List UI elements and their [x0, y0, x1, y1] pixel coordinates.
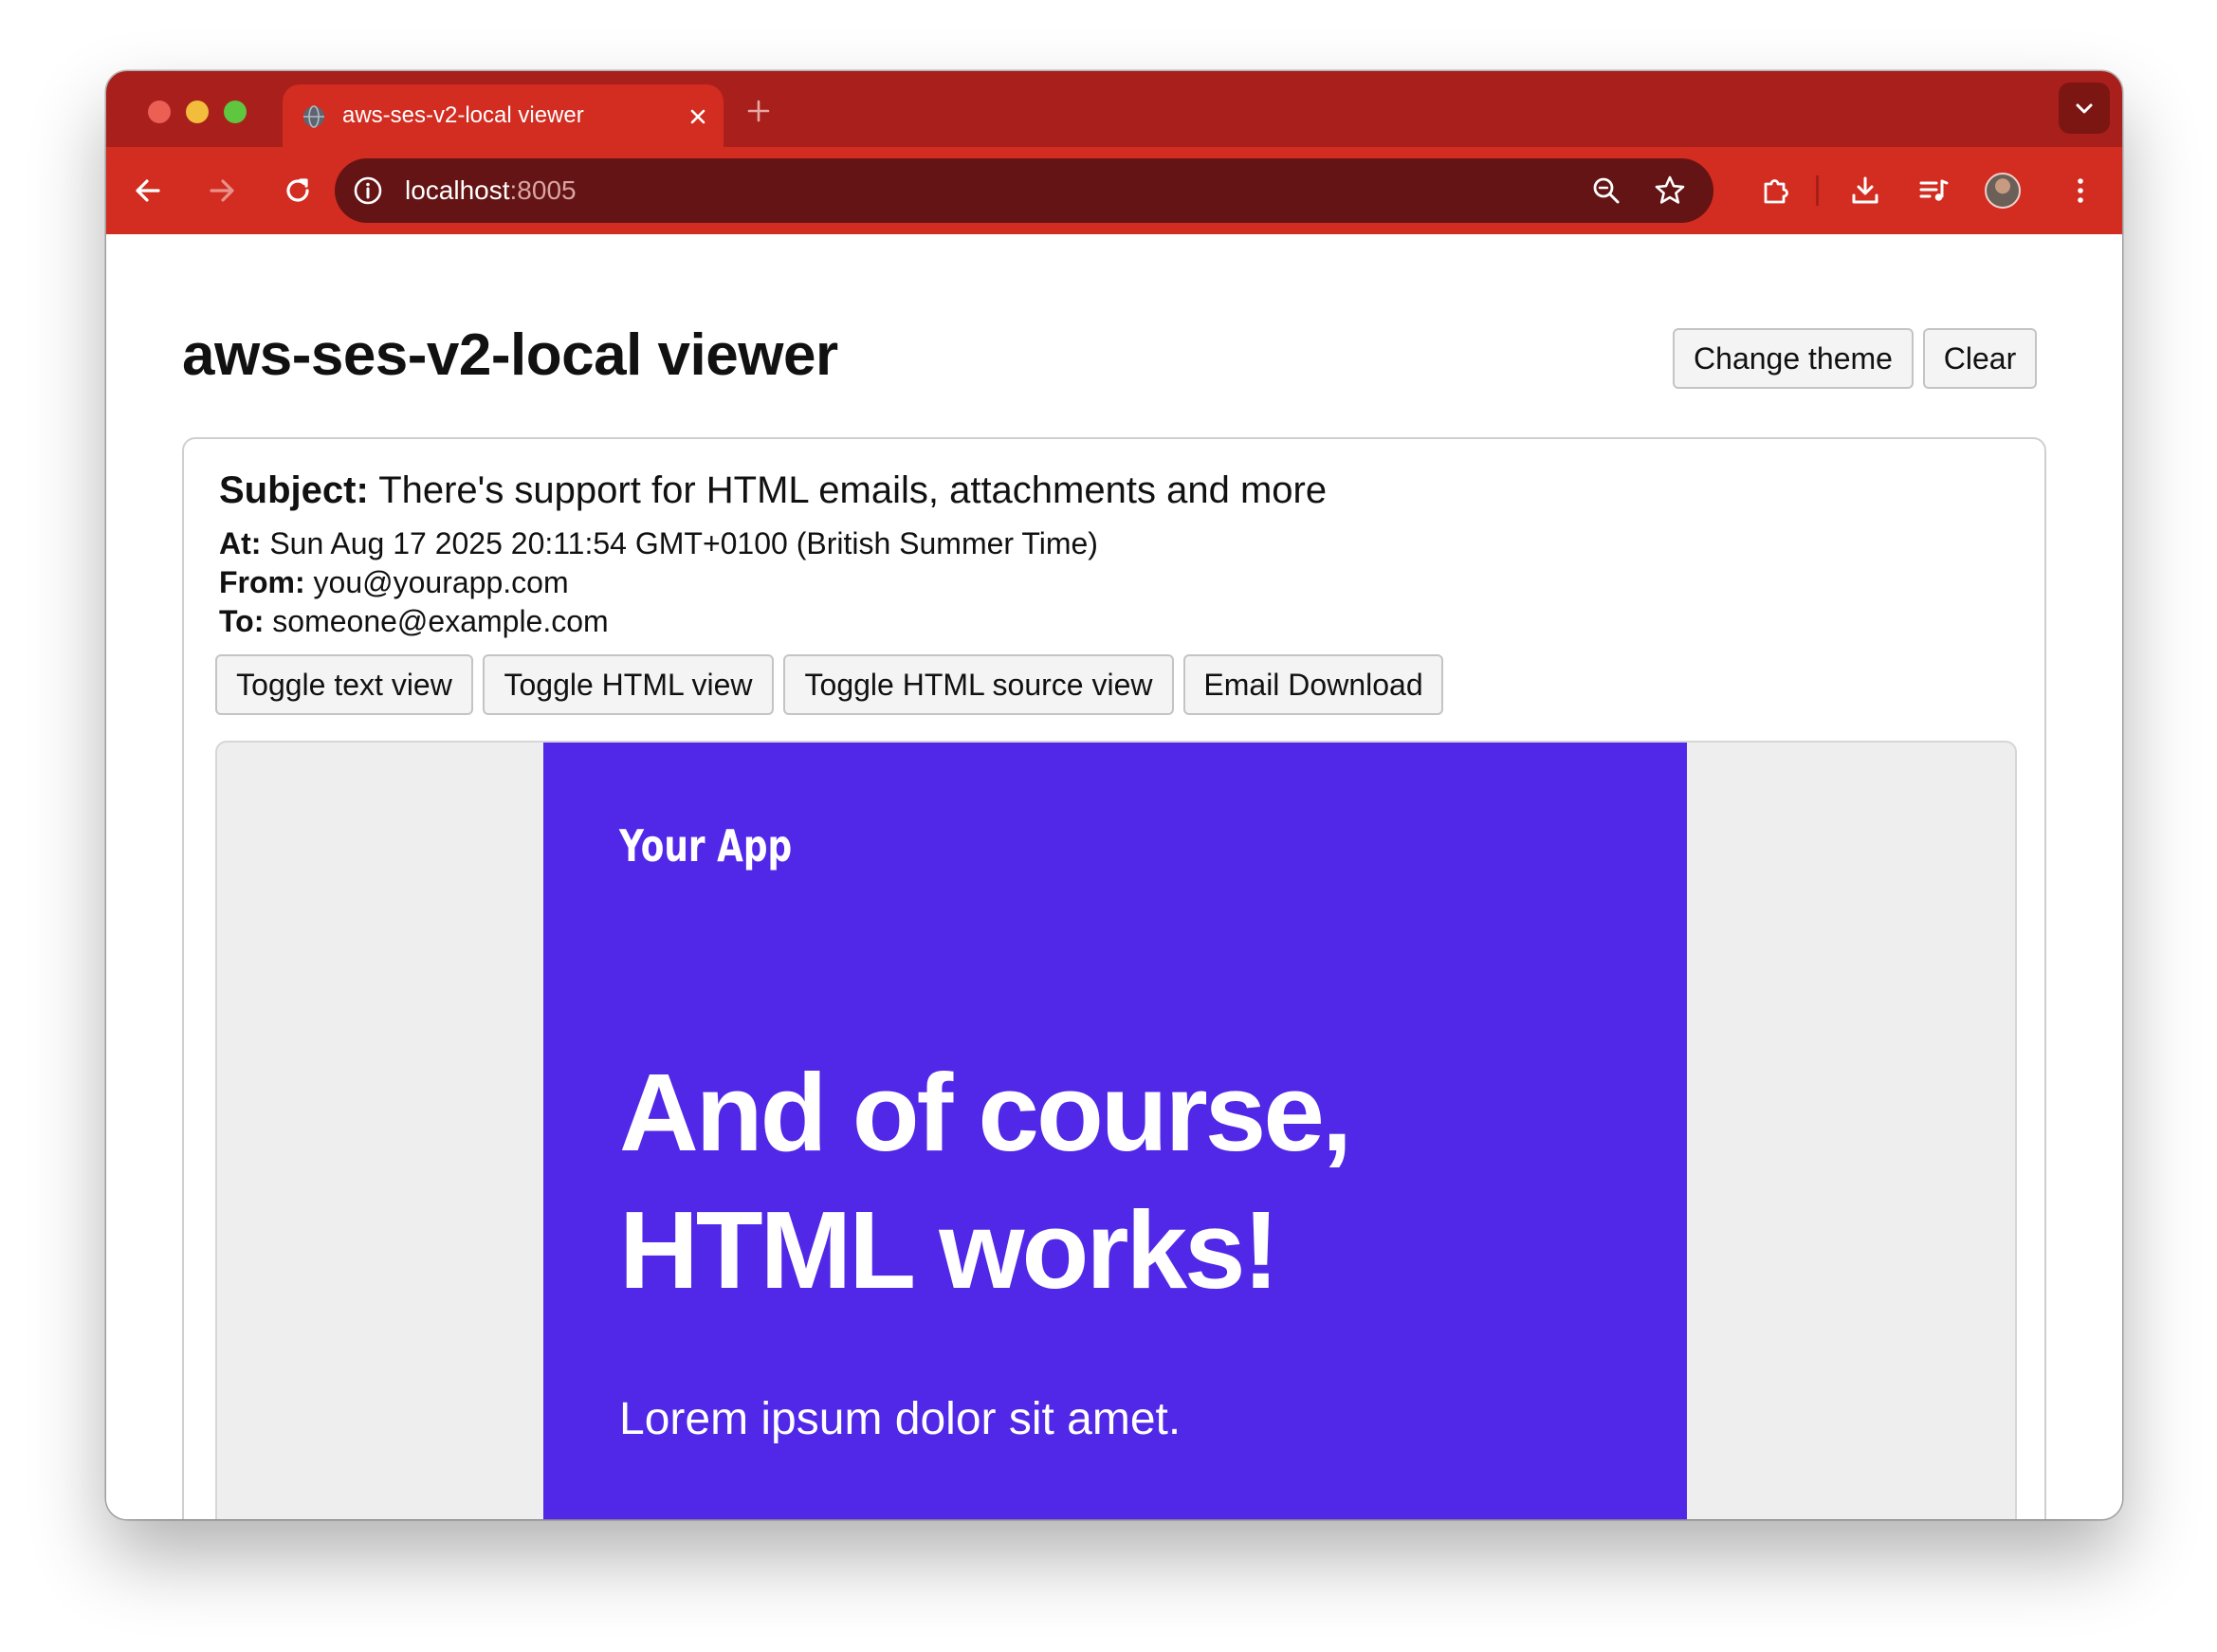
tab-strip: aws-ses-v2-local viewer — [106, 71, 2122, 147]
chevron-down-icon — [2076, 103, 2093, 114]
subject-value: There's support for HTML emails, attachm… — [378, 469, 1328, 511]
browser-toolbar: localhost:8005 — [106, 147, 2122, 234]
url-host: localhost — [405, 175, 510, 205]
globe-icon — [303, 105, 324, 128]
brand-logo-text: Your App — [619, 820, 793, 872]
page-title: aws-ses-v2-local viewer — [182, 322, 838, 388]
toggle-html-source-view-button[interactable]: Toggle HTML source view — [783, 654, 1174, 715]
tab-title: aws-ses-v2-local viewer — [342, 102, 584, 128]
more-icon[interactable] — [2063, 174, 2098, 208]
tab-search-button[interactable] — [2059, 83, 2110, 134]
download-icon[interactable] — [1848, 174, 1882, 208]
address-bar[interactable]: localhost:8005 — [335, 158, 1713, 223]
back-icon[interactable] — [131, 174, 165, 208]
html-preview-frame[interactable]: Your App And of course, HTML works! Lore… — [215, 741, 2017, 1519]
toggle-html-view-button[interactable]: Toggle HTML view — [483, 654, 774, 715]
at-label: At: — [219, 526, 262, 560]
email-lead-text: Lorem ipsum dolor sit amet. — [619, 1394, 1182, 1444]
browser-tab[interactable]: aws-ses-v2-local viewer — [283, 84, 724, 147]
url-port: :8005 — [509, 175, 577, 205]
close-icon[interactable] — [686, 104, 710, 129]
page-content: aws-ses-v2-local viewer Change theme Cle… — [106, 234, 2122, 1519]
from-value: you@yourapp.com — [313, 565, 569, 599]
star-icon[interactable] — [1653, 174, 1687, 208]
email-html-body: Your App And of course, HTML works! Lore… — [543, 743, 1687, 1519]
email-subject: Subject: There's support for HTML emails… — [219, 469, 1327, 512]
minimize-window-button[interactable] — [186, 101, 209, 123]
media-icon[interactable] — [1916, 174, 1951, 208]
toolbar-divider — [1816, 175, 1819, 206]
email-from: From: you@yourapp.com — [219, 565, 569, 600]
subject-label: Subject: — [219, 469, 369, 511]
maximize-window-button[interactable] — [224, 101, 247, 123]
email-date: At: Sun Aug 17 2025 20:11:54 GMT+0100 (B… — [219, 526, 1098, 561]
extensions-icon[interactable] — [1758, 174, 1792, 208]
email-headline: And of course, HTML works! — [619, 1051, 1352, 1312]
change-theme-button[interactable]: Change theme — [1673, 328, 1914, 389]
to-label: To: — [219, 604, 265, 638]
email-card: Subject: There's support for HTML emails… — [182, 437, 2046, 1519]
clear-button[interactable]: Clear — [1923, 328, 2037, 389]
toggle-text-view-button[interactable]: Toggle text view — [215, 654, 473, 715]
forward-icon[interactable] — [205, 174, 239, 208]
zoom-icon[interactable] — [1590, 174, 1622, 207]
email-download-button[interactable]: Email Download — [1183, 654, 1443, 715]
browser-window: aws-ses-v2-local viewer localhost:8005 a… — [106, 71, 2122, 1519]
email-to: To: someone@example.com — [219, 604, 609, 639]
to-value: someone@example.com — [272, 604, 609, 638]
close-window-button[interactable] — [148, 101, 171, 123]
reload-icon[interactable] — [281, 174, 315, 208]
from-label: From: — [219, 565, 305, 599]
avatar[interactable] — [1985, 173, 2021, 209]
at-value: Sun Aug 17 2025 20:11:54 GMT+0100 (Briti… — [269, 526, 1098, 560]
info-icon[interactable] — [352, 174, 384, 207]
plus-icon[interactable] — [745, 98, 772, 124]
url-text: localhost:8005 — [405, 175, 577, 206]
